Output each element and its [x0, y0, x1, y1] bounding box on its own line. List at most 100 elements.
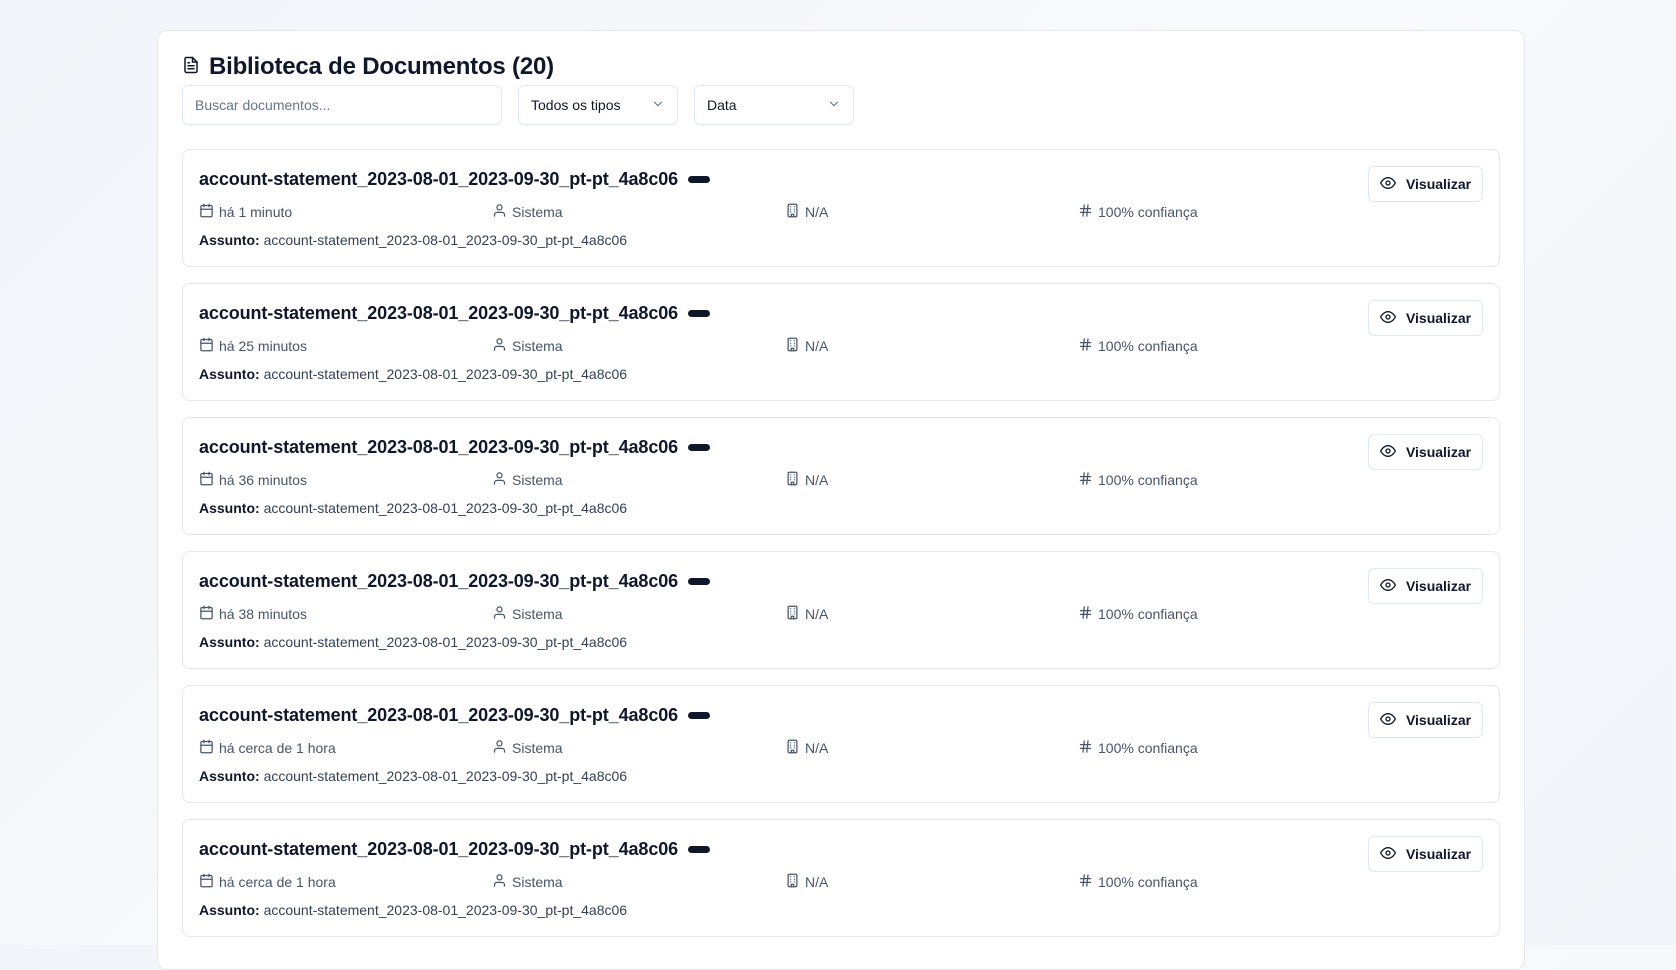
eye-icon [1379, 711, 1396, 730]
document-title: account-statement_2023-08-01_2023-09-30_… [199, 303, 679, 323]
user-icon [492, 337, 507, 355]
document-company-text: N/A [805, 740, 829, 756]
view-button[interactable]: Visualizar [1368, 434, 1483, 470]
document-list: account-statement_2023-08-01_2023-09-30_… [182, 149, 1500, 953]
document-date: há cerca de 1 hora [199, 873, 336, 891]
document-card: account-statement_2023-08-01_2023-09-30_… [182, 819, 1500, 937]
calendar-icon [199, 337, 214, 355]
document-card: account-statement_2023-08-01_2023-09-30_… [182, 685, 1500, 803]
subject-text: account-statement_2023-08-01_2023-09-30_… [263, 232, 628, 248]
view-button-label: Visualizar [1405, 846, 1472, 862]
document-title-row: account-statement_2023-08-01_2023-09-30_… [199, 705, 711, 726]
document-author-text: Sistema [512, 472, 563, 488]
view-button[interactable]: Visualizar [1368, 836, 1483, 872]
subject-text: account-statement_2023-08-01_2023-09-30_… [263, 500, 628, 516]
eye-icon [1379, 577, 1396, 596]
document-type-badge [688, 846, 711, 853]
building-icon [785, 337, 800, 355]
eye-icon [1379, 845, 1396, 864]
subject-label: Assunto: [199, 366, 260, 382]
subject-label: Assunto: [199, 232, 260, 248]
document-type-badge [688, 578, 711, 585]
calendar-icon [199, 739, 214, 757]
document-date: há cerca de 1 hora [199, 739, 336, 757]
user-icon [492, 605, 507, 623]
sort-value: Data [707, 97, 737, 113]
document-title: account-statement_2023-08-01_2023-09-30_… [199, 705, 679, 725]
document-company-text: N/A [805, 472, 829, 488]
eye-icon [1379, 443, 1396, 462]
document-meta: há 38 minutos Sistema N/A 100% confiança [199, 605, 1199, 625]
document-confidence-text: 100% confiança [1098, 338, 1198, 354]
document-title-row: account-statement_2023-08-01_2023-09-30_… [199, 303, 711, 324]
view-button[interactable]: Visualizar [1368, 702, 1483, 738]
view-button-label: Visualizar [1405, 578, 1472, 594]
view-button[interactable]: Visualizar [1368, 300, 1483, 336]
document-date-text: há 1 minuto [219, 204, 293, 220]
document-card: account-statement_2023-08-01_2023-09-30_… [182, 283, 1500, 401]
document-author-text: Sistema [512, 606, 563, 622]
document-card: account-statement_2023-08-01_2023-09-30_… [182, 149, 1500, 267]
document-title: account-statement_2023-08-01_2023-09-30_… [199, 839, 679, 859]
subject-text: account-statement_2023-08-01_2023-09-30_… [263, 366, 628, 382]
building-icon [785, 873, 800, 891]
document-confidence-text: 100% confiança [1098, 472, 1198, 488]
document-meta: há 1 minuto Sistema N/A 100% confiança [199, 203, 1199, 223]
document-date: há 36 minutos [199, 471, 307, 489]
subject-text: account-statement_2023-08-01_2023-09-30_… [263, 902, 628, 918]
document-date-text: há 36 minutos [219, 472, 307, 488]
document-company: N/A [785, 605, 828, 623]
document-company-text: N/A [805, 338, 829, 354]
document-type-badge [688, 444, 711, 451]
document-meta: há cerca de 1 hora Sistema N/A 100% conf… [199, 873, 1199, 893]
document-title-row: account-statement_2023-08-01_2023-09-30_… [199, 839, 711, 860]
document-confidence-text: 100% confiança [1098, 606, 1198, 622]
document-subject: Assunto: account-statement_2023-08-01_20… [199, 634, 627, 650]
document-author: Sistema [492, 337, 563, 355]
document-confidence: 100% confiança [1078, 605, 1198, 623]
hash-icon [1078, 471, 1093, 489]
view-button-label: Visualizar [1405, 712, 1472, 728]
view-button[interactable]: Visualizar [1368, 166, 1483, 202]
document-title: account-statement_2023-08-01_2023-09-30_… [199, 437, 679, 457]
view-button[interactable]: Visualizar [1368, 568, 1483, 604]
document-card: account-statement_2023-08-01_2023-09-30_… [182, 551, 1500, 669]
document-author: Sistema [492, 203, 563, 221]
page-title: Biblioteca de Documentos (20) [209, 53, 554, 80]
user-icon [492, 739, 507, 757]
hash-icon [1078, 605, 1093, 623]
document-company: N/A [785, 873, 828, 891]
document-company-text: N/A [805, 204, 829, 220]
page-header: Biblioteca de Documentos (20) [182, 53, 554, 81]
subject-label: Assunto: [199, 768, 260, 784]
document-confidence: 100% confiança [1078, 337, 1198, 355]
document-type-badge [688, 310, 711, 317]
chevron-down-icon [651, 97, 665, 114]
user-icon [492, 873, 507, 891]
type-filter-value: Todos os tipos [531, 97, 621, 113]
subject-text: account-statement_2023-08-01_2023-09-30_… [263, 768, 628, 784]
hash-icon [1078, 873, 1093, 891]
document-company-text: N/A [805, 606, 829, 622]
file-text-icon [182, 55, 200, 80]
user-icon [492, 471, 507, 489]
document-meta: há cerca de 1 hora Sistema N/A 100% conf… [199, 739, 1199, 759]
document-author: Sistema [492, 471, 563, 489]
document-confidence-text: 100% confiança [1098, 204, 1198, 220]
document-type-badge [688, 176, 711, 183]
document-date: há 25 minutos [199, 337, 307, 355]
type-filter-select[interactable]: Todos os tipos [518, 85, 678, 125]
view-button-label: Visualizar [1405, 310, 1472, 326]
document-author-text: Sistema [512, 874, 563, 890]
search-input[interactable] [182, 85, 502, 125]
document-title-row: account-statement_2023-08-01_2023-09-30_… [199, 437, 711, 458]
subject-text: account-statement_2023-08-01_2023-09-30_… [263, 634, 628, 650]
eye-icon [1379, 309, 1396, 328]
document-date-text: há 38 minutos [219, 606, 307, 622]
chevron-down-icon [827, 97, 841, 114]
building-icon [785, 605, 800, 623]
document-title-row: account-statement_2023-08-01_2023-09-30_… [199, 169, 711, 190]
document-confidence: 100% confiança [1078, 471, 1198, 489]
document-author: Sistema [492, 605, 563, 623]
sort-select[interactable]: Data [694, 85, 854, 125]
